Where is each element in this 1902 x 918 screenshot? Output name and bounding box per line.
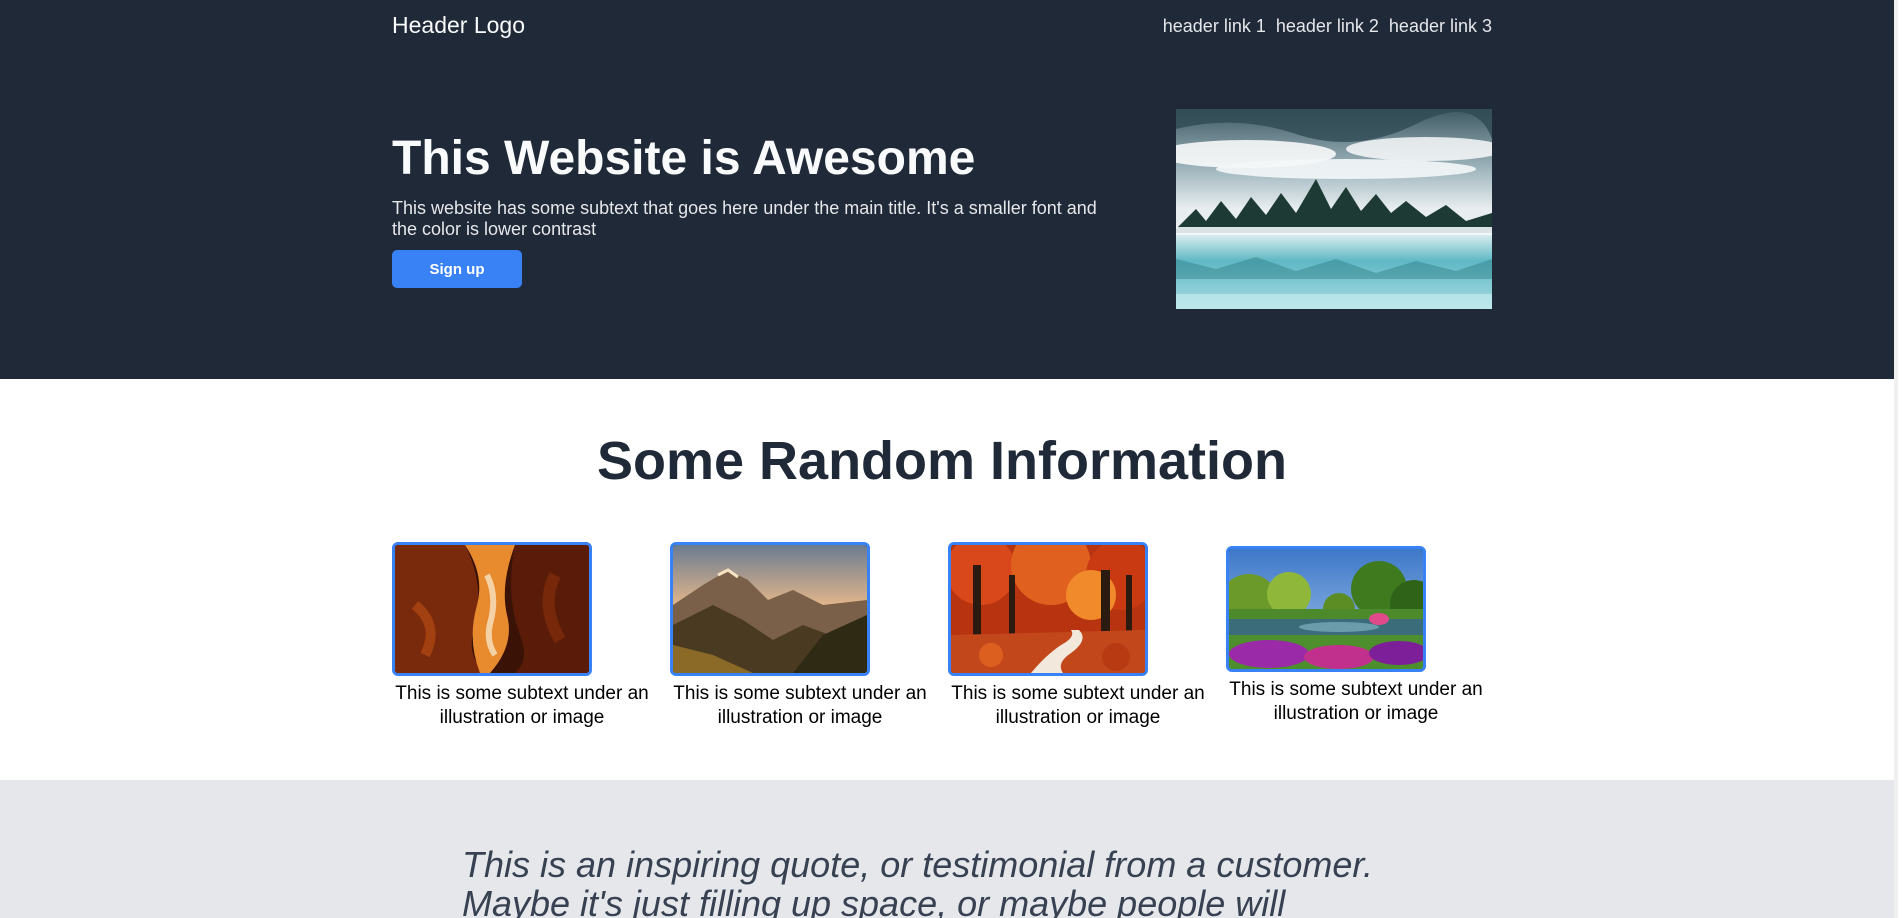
card-image-1 — [392, 542, 592, 676]
page: Header Logo header link 1 header link 2 … — [0, 0, 1898, 918]
card-caption-4: This is some subtext under an illustrati… — [1229, 679, 1483, 724]
header-link-3[interactable]: header link 3 — [1389, 16, 1492, 37]
hero-image — [1176, 109, 1492, 309]
card-image-2 — [670, 542, 870, 676]
header-nav: header link 1 header link 2 header link … — [1163, 16, 1492, 37]
hero-title: This Website is Awesome — [392, 132, 976, 185]
mountain-sunset-illustration — [673, 545, 867, 673]
card-image-4 — [1226, 546, 1426, 672]
canyon-illustration — [395, 545, 589, 673]
site-header: Header Logo header link 1 header link 2 … — [392, 0, 1492, 52]
signup-button[interactable]: Sign up — [392, 250, 522, 288]
autumn-forest-path-illustration — [951, 545, 1145, 673]
header-link-2[interactable]: header link 2 — [1276, 16, 1379, 37]
page-scrollbar[interactable] — [1894, 0, 1898, 918]
header-link-1[interactable]: header link 1 — [1163, 16, 1266, 37]
header-logo[interactable]: Header Logo — [392, 12, 525, 39]
hero-subtitle: This website has some subtext that goes … — [392, 198, 1097, 239]
card-caption-2: This is some subtext under an illustrati… — [673, 683, 927, 728]
card-image-3 — [948, 542, 1148, 676]
info-section-title: Some Random Information — [596, 431, 1288, 491]
misty-lake-forest-illustration — [1176, 109, 1492, 309]
card-caption-3: This is some subtext under an illustrati… — [951, 683, 1205, 728]
testimonial-quote: This is an inspiring quote, or testimoni… — [462, 844, 1374, 918]
hero-section: Header Logo header link 1 header link 2 … — [0, 0, 1898, 379]
card-caption-1: This is some subtext under an illustrati… — [395, 683, 649, 728]
garden-pond-illustration — [1229, 549, 1423, 669]
